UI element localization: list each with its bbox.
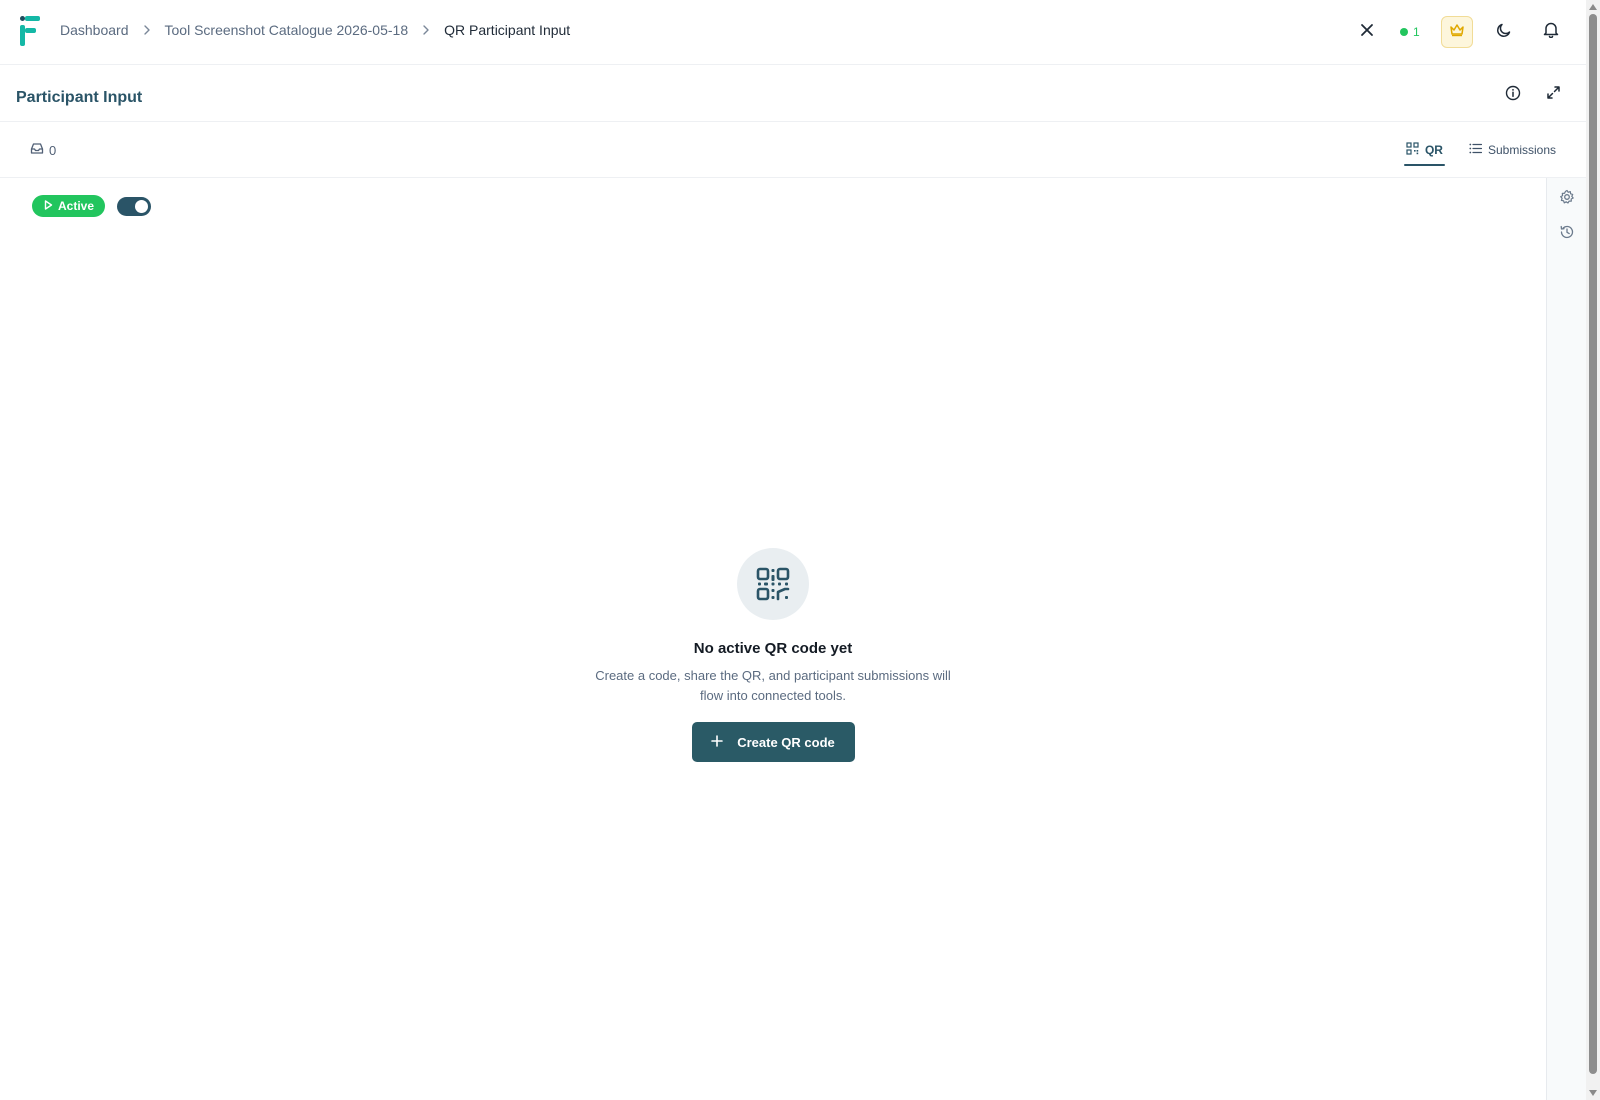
panel-toolbar: 0 QR Submissions xyxy=(0,122,1586,178)
vertical-scrollbar[interactable] xyxy=(1586,0,1600,1100)
create-qr-code-label: Create QR code xyxy=(737,734,835,750)
inbox-icon xyxy=(30,142,44,158)
page-title: Participant Input xyxy=(16,89,143,106)
history-button[interactable] xyxy=(1558,225,1576,243)
chevron-right-icon xyxy=(143,25,151,35)
info-icon xyxy=(1505,85,1521,106)
info-button[interactable] xyxy=(1496,78,1530,112)
presence-count: 1 xyxy=(1413,25,1420,39)
empty-state-title: No active QR code yet xyxy=(693,640,853,657)
inbox-count-value: 0 xyxy=(49,142,57,158)
tab-qr[interactable]: QR xyxy=(1403,122,1445,178)
top-bar: Dashboard Tool Screenshot Catalogue 2026… xyxy=(0,0,1586,65)
empty-state-description: Create a code, share the QR, and partici… xyxy=(595,668,951,703)
toggle-knob xyxy=(135,200,148,213)
empty-state: No active QR code yet Create a code, sha… xyxy=(573,548,973,762)
scrollbar-thumb[interactable] xyxy=(1589,14,1597,1074)
presence-indicator[interactable]: 1 xyxy=(1400,15,1420,49)
brand-logo-icon[interactable] xyxy=(20,16,42,46)
close-button[interactable] xyxy=(1350,15,1384,49)
active-toggle[interactable] xyxy=(117,197,151,216)
status-badge: Active xyxy=(32,195,106,217)
scroll-down-arrow-icon[interactable] xyxy=(1589,1090,1597,1096)
expand-button[interactable] xyxy=(1536,78,1570,112)
qr-icon xyxy=(1406,142,1419,158)
settings-button[interactable] xyxy=(1558,189,1576,210)
qr-code-icon xyxy=(737,548,809,620)
close-icon xyxy=(1360,23,1374,42)
tab-submissions[interactable]: Submissions xyxy=(1467,122,1558,178)
plus-icon xyxy=(711,734,724,750)
online-dot-icon xyxy=(1400,28,1408,36)
breadcrumb-current: QR Participant Input xyxy=(444,22,571,38)
crown-icon xyxy=(1449,23,1465,42)
status-badge-label: Active xyxy=(58,199,95,213)
bell-icon xyxy=(1543,21,1559,43)
notifications-button[interactable] xyxy=(1534,15,1568,49)
settings-icon xyxy=(1559,189,1575,210)
premium-button[interactable] xyxy=(1441,16,1473,48)
create-qr-code-button[interactable]: Create QR code xyxy=(691,722,855,762)
view-tabs: QR Submissions xyxy=(1403,122,1558,178)
tab-qr-label: QR xyxy=(1424,143,1443,157)
history-icon xyxy=(1559,224,1575,245)
chevron-right-icon xyxy=(422,25,430,35)
expand-icon xyxy=(1546,85,1561,105)
moon-icon xyxy=(1496,22,1512,43)
breadcrumb: Dashboard Tool Screenshot Catalogue 2026… xyxy=(60,22,570,38)
panel-header: Participant Input xyxy=(0,65,1586,122)
inbox-counter[interactable]: 0 xyxy=(30,142,56,158)
breadcrumb-dashboard[interactable]: Dashboard xyxy=(60,22,129,38)
play-icon xyxy=(44,199,53,213)
tab-submissions-label: Submissions xyxy=(1487,143,1556,157)
right-rail xyxy=(1546,178,1586,1100)
scroll-up-arrow-icon[interactable] xyxy=(1589,4,1597,10)
breadcrumb-catalogue[interactable]: Tool Screenshot Catalogue 2026-05-18 xyxy=(165,22,409,38)
list-icon xyxy=(1469,143,1483,157)
dark-mode-button[interactable] xyxy=(1487,15,1521,49)
